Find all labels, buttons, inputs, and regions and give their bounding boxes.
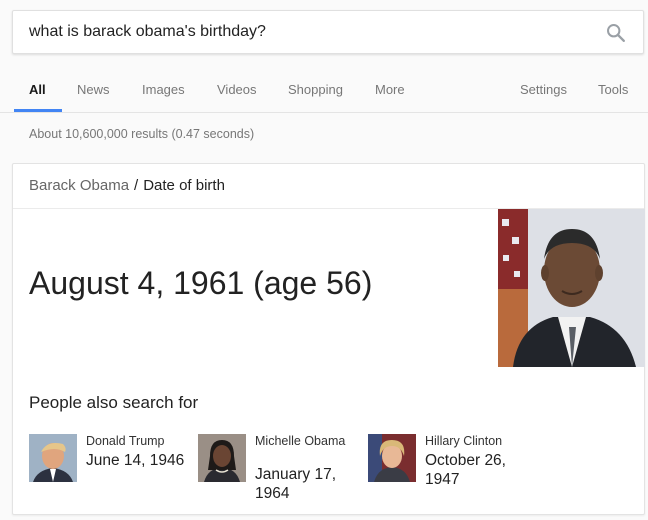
answer-text: August 4, 1961 (age 56)	[29, 265, 373, 301]
hillary-clinton-thumbnail	[368, 434, 416, 482]
tab-videos[interactable]: Videos	[217, 82, 257, 97]
breadcrumb-entity-link[interactable]: Barack Obama	[29, 177, 129, 194]
search-tabs: All News Images Videos Shopping More Set…	[0, 56, 648, 112]
person-birth-date: June 14, 1946	[86, 452, 185, 469]
donald-trump-thumbnail	[29, 434, 77, 482]
person-birth-date: January 17, 1964	[255, 466, 336, 502]
michelle-obama-thumbnail	[198, 434, 246, 482]
people-also-search-title: People also search for	[29, 393, 199, 412]
search-box[interactable]	[12, 10, 644, 54]
tab-tools[interactable]: Tools	[598, 82, 628, 97]
tabs-divider	[0, 112, 648, 113]
tab-settings[interactable]: Settings	[520, 82, 567, 97]
search-input[interactable]	[29, 11, 589, 53]
person-name: Donald Trump	[86, 434, 165, 448]
card-header: Barack Obama / Date of birth	[13, 164, 644, 209]
knowledge-card: Barack Obama / Date of birth August 4, 196…	[12, 163, 645, 515]
related-person-donald-trump[interactable]: Donald Trump June 14, 1946	[29, 434, 194, 504]
tab-more[interactable]: More	[375, 82, 405, 97]
related-person-hillary-clinton[interactable]: Hillary Clinton October 26, 1947	[368, 434, 533, 504]
tab-images[interactable]: Images	[142, 82, 185, 97]
tab-all[interactable]: All	[29, 82, 46, 97]
person-name: Michelle Obama	[255, 434, 346, 448]
results-stats: About 10,600,000 results (0.47 seconds)	[29, 127, 255, 141]
related-person-michelle-obama[interactable]: Michelle Obama January 17, 1964	[198, 434, 363, 504]
breadcrumb-separator: /	[134, 177, 139, 194]
search-icon[interactable]	[605, 22, 627, 44]
barack-obama-portrait[interactable]	[498, 209, 645, 367]
tab-shopping[interactable]: Shopping	[288, 82, 343, 97]
person-name: Hillary Clinton	[425, 434, 503, 448]
breadcrumb-attribute: Date of birth	[143, 177, 225, 194]
breadcrumb: Barack Obama / Date of birth	[29, 177, 225, 194]
person-birth-date: October 26, 1947	[425, 452, 506, 488]
tab-news[interactable]: News	[77, 82, 110, 97]
